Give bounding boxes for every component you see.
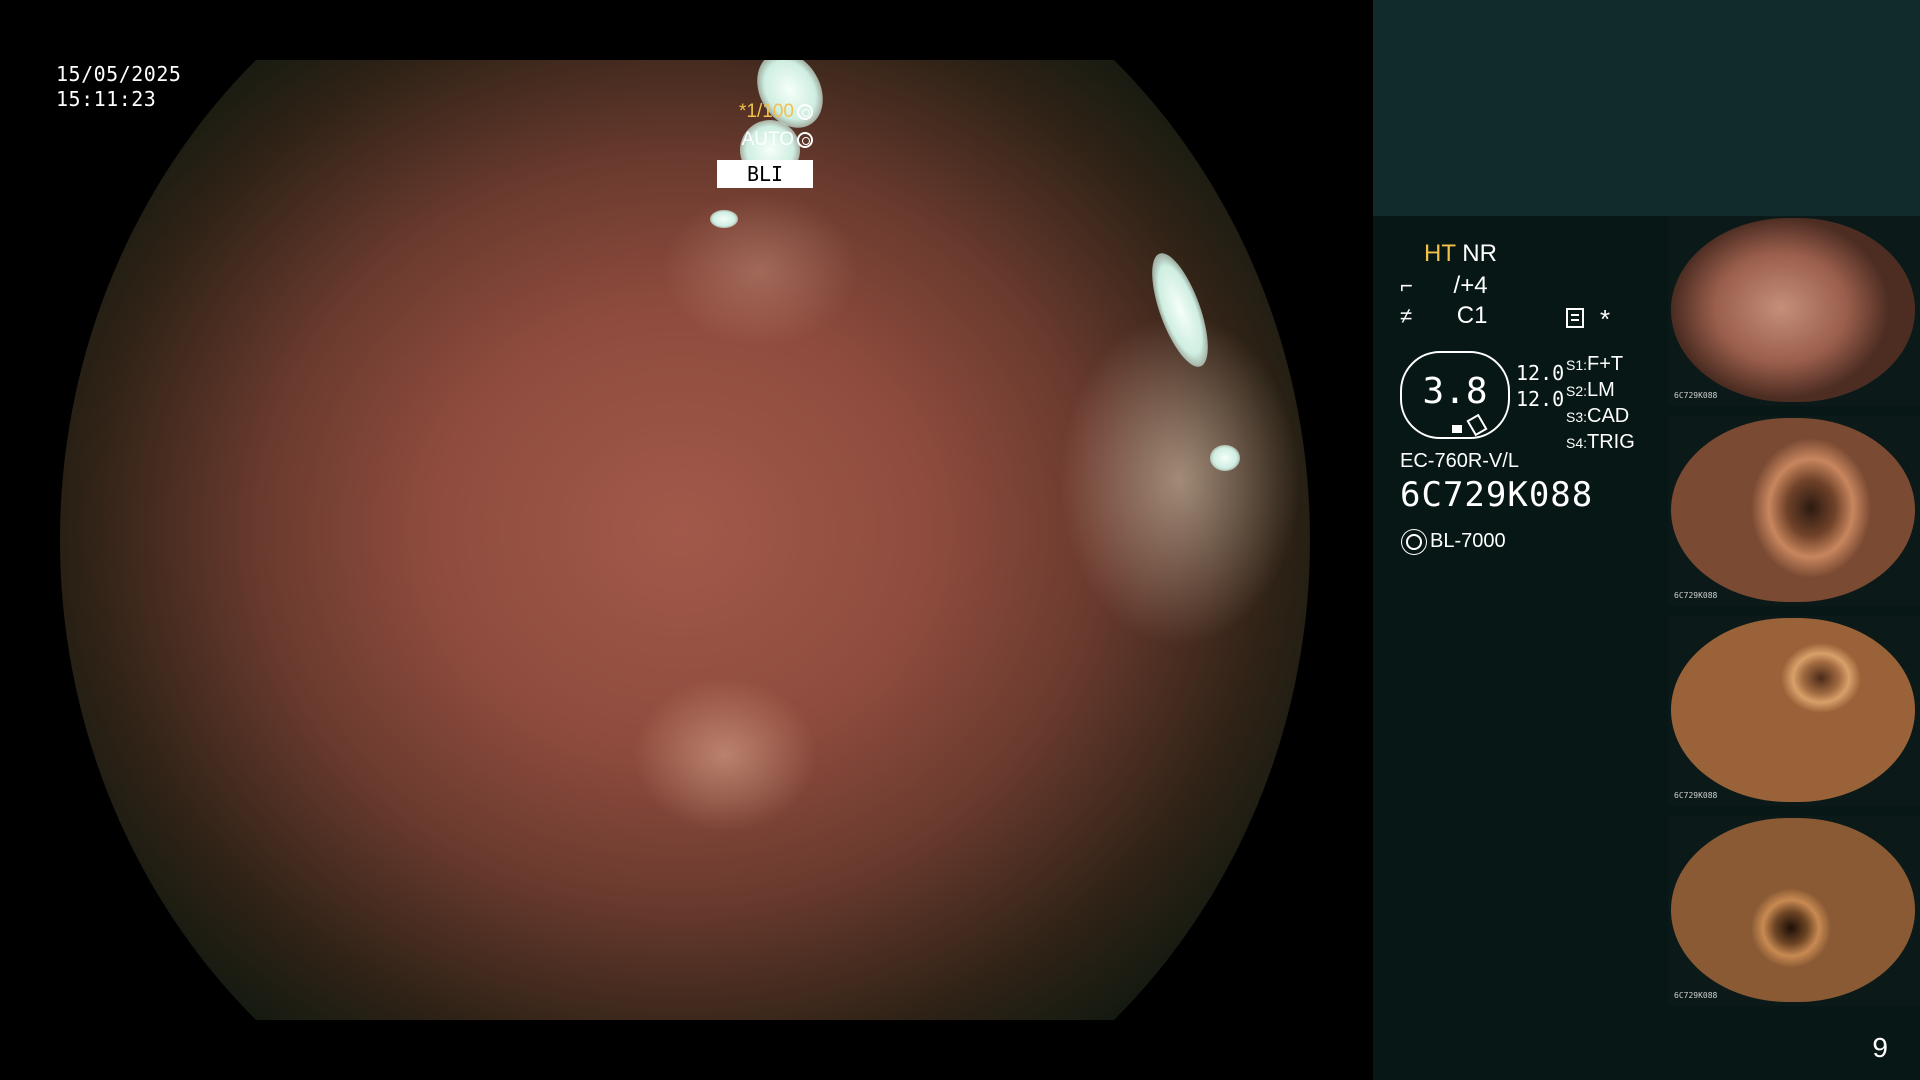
star-marker: * bbox=[1600, 304, 1611, 334]
timestamp: 15/05/2025 15:11:23 bbox=[56, 62, 181, 112]
zoom-gauge: 3.8 bbox=[1400, 351, 1510, 439]
shutter-row: *1/100 bbox=[717, 98, 813, 126]
thumbnail[interactable]: 6C729K088 bbox=[1668, 616, 1920, 806]
thumbnail[interactable]: 6C729K088 bbox=[1668, 216, 1920, 406]
scope-serial: 6C729K088 bbox=[1400, 475, 1594, 515]
enhancement-row: ⌐ /+4 bbox=[1400, 272, 1488, 300]
enhancement-icon: ⌐ bbox=[1400, 273, 1413, 298]
thumbnail-label: 6C729K088 bbox=[1674, 991, 1718, 1000]
thumbnail-image bbox=[1671, 618, 1915, 802]
pen-icon bbox=[1466, 413, 1488, 437]
imaging-mode-badge: BLI bbox=[717, 160, 813, 188]
main-endoscope-view: 15/05/2025 15:11:23 *1/100 AUTO BLI bbox=[0, 0, 1373, 1080]
iris-row: AUTO bbox=[717, 126, 813, 154]
menu-icon bbox=[1566, 308, 1584, 328]
switch-list: S1:F+T S2:LM S3:CAD S4:TRIG bbox=[1566, 352, 1635, 456]
light-reflection bbox=[1140, 246, 1220, 374]
page-number: 9 bbox=[1872, 1032, 1888, 1063]
color-row: ≠ C1 bbox=[1400, 302, 1487, 330]
enhancement-value: /+4 bbox=[1453, 272, 1488, 299]
switch-item: S1:F+T bbox=[1566, 353, 1624, 375]
param2-value: 12.0 bbox=[1516, 387, 1565, 411]
nr-label: NR bbox=[1462, 240, 1497, 267]
shutter-speed: *1/100 bbox=[739, 101, 794, 122]
light-source-icon bbox=[1406, 534, 1422, 550]
light-reflection bbox=[710, 210, 738, 228]
light-source-label: BL-7000 bbox=[1430, 530, 1506, 552]
iris-mode: AUTO bbox=[741, 129, 794, 150]
thumbnail-image bbox=[1671, 418, 1915, 602]
param1-value: 12.0 bbox=[1516, 361, 1565, 385]
ht-label: HT bbox=[1424, 240, 1456, 267]
thumbnail[interactable]: 6C729K088 bbox=[1668, 416, 1920, 606]
time-text: 15:11:23 bbox=[56, 87, 157, 111]
date-text: 15/05/2025 bbox=[56, 62, 182, 86]
aperture-icon bbox=[797, 104, 813, 120]
zoom-value: 3.8 bbox=[1422, 371, 1488, 412]
light-source-row: BL-7000 bbox=[1400, 530, 1506, 553]
scope-model: EC-760R-V/L bbox=[1400, 450, 1519, 472]
thumbnail-label: 6C729K088 bbox=[1674, 391, 1718, 400]
thumbnail-image bbox=[1671, 218, 1915, 402]
top-info-panel bbox=[1373, 0, 1920, 216]
thumbnail-label: 6C729K088 bbox=[1674, 591, 1718, 600]
switch-item: S2:LM bbox=[1566, 379, 1615, 401]
light-reflection bbox=[1210, 445, 1240, 471]
thumbnail-image bbox=[1671, 818, 1915, 1002]
color-mode-icon: ≠ bbox=[1400, 303, 1413, 328]
endoscope-image bbox=[60, 60, 1310, 1020]
gauge-marker bbox=[1452, 425, 1462, 433]
color-value: C1 bbox=[1456, 302, 1488, 329]
thumbnail[interactable]: 6C729K088 bbox=[1668, 816, 1920, 1006]
ht-nr-row: HT NR bbox=[1424, 240, 1497, 268]
iris-icon bbox=[797, 132, 813, 148]
exposure-status: *1/100 AUTO BLI bbox=[717, 98, 813, 188]
switch-item: S3:CAD bbox=[1566, 405, 1630, 427]
thumbnail-label: 6C729K088 bbox=[1674, 791, 1718, 800]
switch-item: S4:TRIG bbox=[1566, 431, 1635, 453]
parameter-values: 12.0 12.0 bbox=[1516, 360, 1564, 412]
